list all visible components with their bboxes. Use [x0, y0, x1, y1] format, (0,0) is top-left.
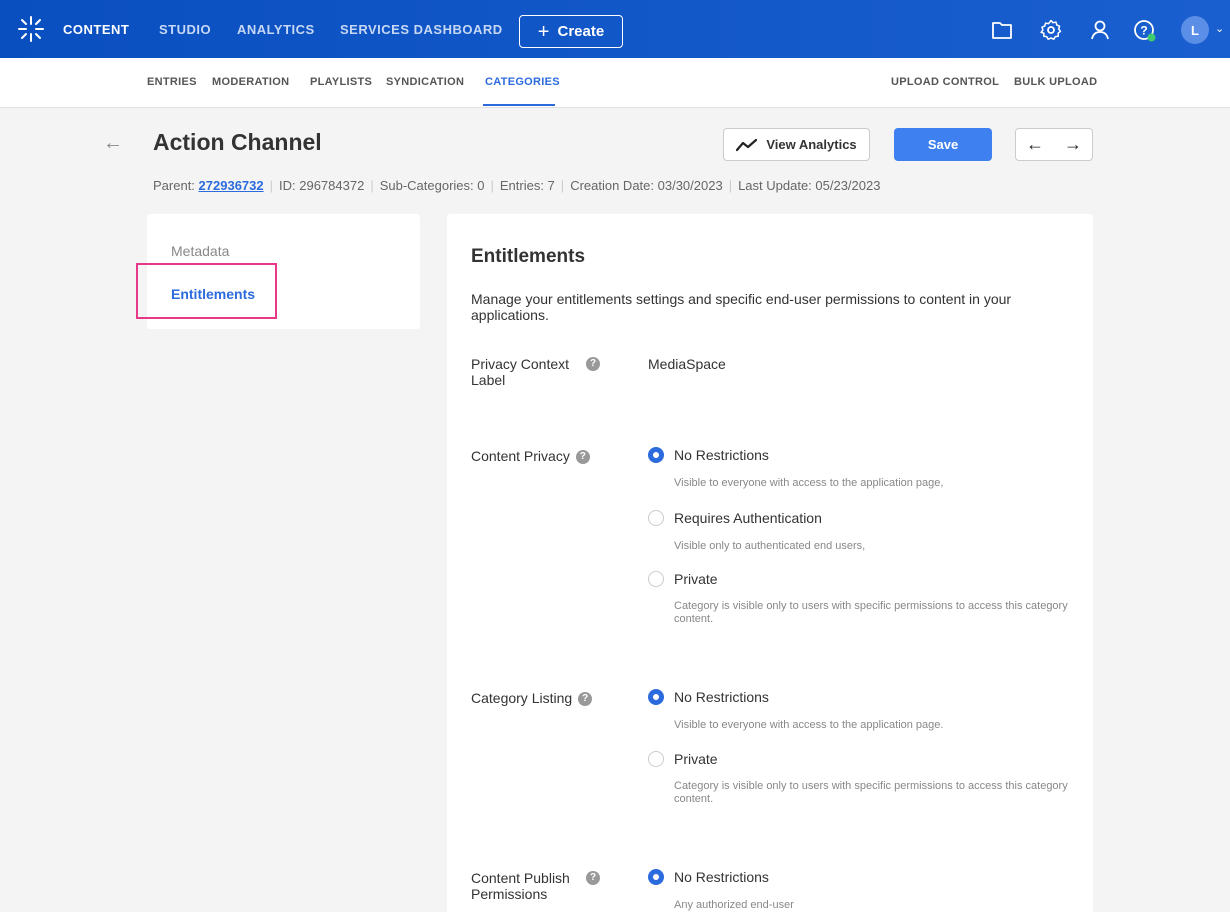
- topnav-content[interactable]: CONTENT: [63, 22, 129, 37]
- radio-button[interactable]: [648, 869, 664, 885]
- logo-icon[interactable]: [16, 14, 46, 44]
- help-icon[interactable]: ?: [575, 450, 590, 465]
- back-arrow-icon[interactable]: ←: [103, 132, 123, 155]
- entitlements-panel: Entitlements Manage your entitlements se…: [447, 214, 1093, 912]
- arrow-left-icon[interactable]: ←: [1016, 129, 1054, 160]
- radio-button[interactable]: [648, 447, 664, 463]
- save-button[interactable]: Save: [894, 128, 992, 161]
- tab-playlists[interactable]: PLAYLISTS: [310, 76, 372, 88]
- content-privacy-option-private[interactable]: Private: [648, 571, 718, 587]
- sub-navigation-bar: ENTRIES MODERATION PLAYLISTS SYNDICATION…: [0, 58, 1230, 108]
- content-privacy-field-label: Content Privacy?: [471, 448, 641, 465]
- svg-text:?: ?: [1140, 24, 1147, 38]
- content-publish-label: Content Publish Permissions: [471, 870, 570, 902]
- content-privacy-option-no-restrictions[interactable]: No Restrictions: [648, 447, 769, 463]
- category-listing-option-private[interactable]: Private: [648, 751, 718, 767]
- content-privacy-label: Content Privacy: [471, 448, 570, 464]
- tab-bulk-upload[interactable]: BULK UPLOAD: [1014, 76, 1097, 88]
- entries-count: Entries: 7: [499, 178, 555, 193]
- tab-entries[interactable]: ENTRIES: [147, 76, 197, 88]
- topnav-analytics[interactable]: ANALYTICS: [237, 22, 315, 37]
- option-description: Visible to everyone with access to the a…: [674, 719, 944, 731]
- gear-icon[interactable]: [1039, 18, 1063, 42]
- create-button-label: Create: [557, 23, 605, 40]
- option-description: Category is visible only to users with s…: [674, 780, 1068, 805]
- category-listing-option-no-restrictions[interactable]: No Restrictions: [648, 689, 769, 705]
- view-analytics-label: View Analytics: [766, 137, 857, 152]
- category-listing-field-label: Category Listing?: [471, 690, 641, 707]
- arrow-right-icon[interactable]: →: [1054, 129, 1092, 160]
- top-navigation-bar: CONTENT STUDIO ANALYTICS SERVICES DASHBO…: [0, 0, 1230, 58]
- content-publish-field-label: Content Publish Permissions: [471, 870, 581, 902]
- chevron-down-icon[interactable]: ⌄: [1215, 22, 1224, 35]
- highlight-annotation: [136, 263, 277, 319]
- help-icon[interactable]: ?: [586, 357, 600, 371]
- option-description: Any authorized end-user: [674, 899, 794, 911]
- radio-button[interactable]: [648, 571, 664, 587]
- radio-button[interactable]: [648, 689, 664, 705]
- category-id: ID: 296784372: [279, 178, 365, 193]
- subcategories-count: Sub-Categories: 0: [379, 178, 485, 193]
- last-update: Last Update: 05/23/2023: [738, 178, 881, 193]
- content-privacy-option-requires-auth[interactable]: Requires Authentication: [648, 510, 822, 526]
- radio-button[interactable]: [648, 510, 664, 526]
- option-description: Visible only to authenticated end users,: [674, 540, 866, 552]
- radio-button[interactable]: [648, 751, 664, 767]
- section-description: Manage your entitlements settings and sp…: [471, 291, 1012, 323]
- parent-label: Parent:: [153, 178, 195, 193]
- view-analytics-button[interactable]: View Analytics: [723, 128, 870, 161]
- topnav-studio[interactable]: STUDIO: [159, 22, 211, 37]
- category-meta: Parent: 272936732 | ID: 296784372 | Sub-Cate…: [153, 178, 881, 193]
- option-description: Visible to everyone with access to the a…: [674, 477, 944, 489]
- entry-navigation: ← →: [1015, 128, 1093, 161]
- option-description: Category is visible only to users with s…: [674, 600, 1068, 625]
- tab-upload-control[interactable]: UPLOAD CONTROL: [891, 76, 999, 88]
- content-publish-option-no-restrictions[interactable]: No Restrictions: [648, 869, 769, 885]
- help-icon[interactable]: ?: [578, 692, 593, 707]
- help-icon[interactable]: ?: [586, 871, 600, 885]
- section-title: Entitlements: [471, 246, 586, 267]
- page-title: Action Channel: [153, 129, 322, 155]
- folder-icon[interactable]: [990, 18, 1014, 42]
- topnav-services-dashboard[interactable]: SERVICES DASHBOARD: [340, 22, 503, 37]
- plus-icon: +: [537, 20, 550, 43]
- parent-link[interactable]: 272936732: [199, 178, 264, 193]
- privacy-context-field-label: Privacy Context Label: [471, 356, 591, 388]
- tab-syndication[interactable]: SYNDICATION: [386, 76, 464, 88]
- active-tab-indicator: [483, 104, 555, 106]
- creation-date: Creation Date: 03/30/2023: [570, 178, 723, 193]
- privacy-context-value: MediaSpace: [648, 356, 726, 372]
- sidebar-item-metadata[interactable]: Metadata: [171, 243, 229, 259]
- user-icon[interactable]: [1088, 18, 1112, 42]
- help-icon[interactable]: ?: [1132, 18, 1156, 42]
- analytics-icon: [736, 138, 758, 151]
- privacy-context-label: Privacy Context Label: [471, 356, 570, 388]
- category-listing-label: Category Listing: [471, 690, 573, 706]
- avatar[interactable]: L: [1181, 16, 1209, 44]
- tab-moderation[interactable]: MODERATION: [212, 76, 289, 88]
- tab-categories[interactable]: CATEGORIES: [485, 76, 560, 88]
- create-button[interactable]: + Create: [519, 15, 623, 48]
